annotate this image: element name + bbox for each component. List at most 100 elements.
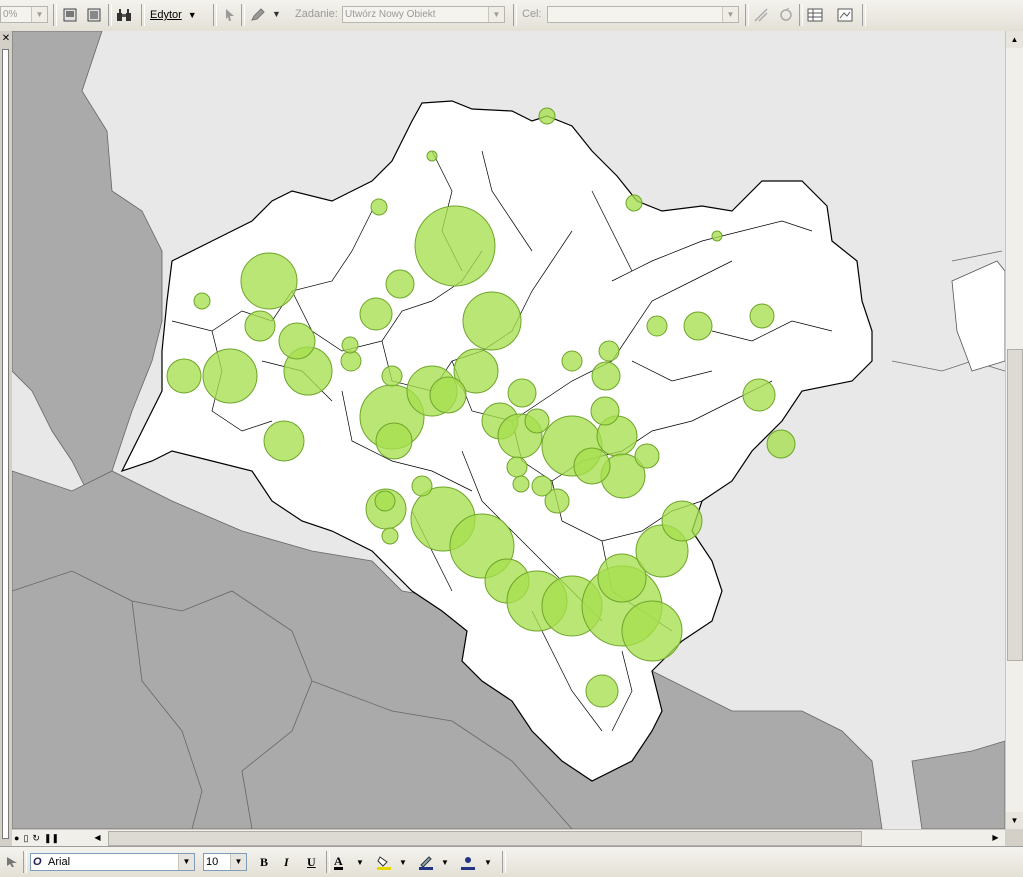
task-label: Zadanie: xyxy=(295,8,338,20)
underline-button[interactable]: U xyxy=(307,855,316,870)
separator xyxy=(213,4,217,26)
scroll-thumb[interactable] xyxy=(1007,349,1023,661)
proportional-symbol xyxy=(240,252,298,310)
proportional-symbol xyxy=(625,194,643,212)
separator xyxy=(862,4,866,26)
proportional-symbol xyxy=(524,408,550,434)
chevron-down-icon[interactable]: ▼ xyxy=(399,858,407,867)
fill-color-icon[interactable] xyxy=(374,852,394,872)
proportional-symbol xyxy=(462,291,522,351)
chevron-down-icon: ▼ xyxy=(31,7,47,22)
globe-icon[interactable]: ● xyxy=(14,833,19,843)
proportional-symbol xyxy=(414,205,496,287)
separator xyxy=(502,851,506,873)
refresh-icon[interactable]: ↻ xyxy=(32,833,40,844)
proportional-symbol xyxy=(538,107,556,125)
separator xyxy=(799,4,803,26)
scroll-thumb[interactable] xyxy=(108,831,862,846)
pencil-sketch-icon[interactable] xyxy=(248,5,268,25)
line-color-icon[interactable] xyxy=(416,852,436,872)
chevron-down-icon: ▼ xyxy=(488,7,504,22)
font-type-icon: O xyxy=(33,856,42,868)
font-size-combo[interactable]: 10 ▼ xyxy=(203,853,247,871)
scroll-left-icon[interactable]: ◀ xyxy=(90,830,105,845)
proportional-symbol xyxy=(711,230,723,242)
toc-pane xyxy=(2,49,9,839)
chevron-down-icon[interactable]: ▼ xyxy=(272,9,281,19)
split-tool-icon[interactable] xyxy=(751,5,771,25)
font-name-combo[interactable]: O Arial ▼ xyxy=(30,853,195,871)
rotate-tool-icon[interactable] xyxy=(776,5,796,25)
proportional-symbol xyxy=(374,490,396,512)
table-of-contents-edge: ✕ xyxy=(0,31,12,839)
scroll-down-icon[interactable]: ▼ xyxy=(1006,812,1023,829)
close-icon[interactable]: ✕ xyxy=(1,34,11,44)
page-icon[interactable]: ▯ xyxy=(23,833,28,844)
marker-color-icon[interactable] xyxy=(458,852,478,872)
chevron-down-icon[interactable]: ▼ xyxy=(441,858,449,867)
proportional-symbol xyxy=(749,303,775,329)
font-color-button[interactable]: A xyxy=(334,855,343,870)
scroll-up-icon[interactable]: ▲ xyxy=(1006,31,1023,48)
separator xyxy=(241,4,245,26)
draw-pointer-icon[interactable] xyxy=(2,852,22,872)
proportional-symbol xyxy=(202,348,258,404)
scroll-right-icon[interactable]: ▶ xyxy=(988,830,1003,845)
zoom-combo[interactable]: 0% ▼ xyxy=(0,6,48,23)
proportional-symbol xyxy=(381,527,399,545)
proportional-symbol xyxy=(573,447,611,485)
binoculars-icon[interactable] xyxy=(114,5,134,25)
proportional-symbol xyxy=(359,297,393,331)
chevron-down-icon: ▼ xyxy=(722,7,738,22)
horizontal-scrollbar[interactable]: ● ▯ ↻ ❚❚ ◀ ▶ xyxy=(12,829,1005,846)
proportional-symbol xyxy=(634,443,660,469)
pause-icon[interactable]: ❚❚ xyxy=(44,833,59,844)
edit-pointer-icon[interactable] xyxy=(220,5,240,25)
proportional-symbol xyxy=(598,340,620,362)
proportional-symbol xyxy=(506,456,528,478)
editor-label: Edytor xyxy=(150,9,182,21)
zoom-value: 0% xyxy=(3,9,18,20)
proportional-symbol xyxy=(341,336,359,354)
sketch-properties-icon[interactable] xyxy=(835,5,855,25)
target-combo[interactable]: ▼ xyxy=(547,6,739,23)
proportional-symbol xyxy=(385,269,415,299)
proportional-symbol xyxy=(683,311,713,341)
proportional-symbol xyxy=(621,600,683,662)
proportional-symbol xyxy=(381,365,403,387)
proportional-symbol xyxy=(531,475,553,497)
font-size-value: 10 xyxy=(206,856,219,868)
editor-menu-button[interactable]: Edytor ▼ xyxy=(150,5,197,25)
separator xyxy=(108,4,112,26)
vertical-scrollbar[interactable]: ▲ ▼ xyxy=(1005,31,1023,829)
separator xyxy=(23,851,27,873)
proportional-symbol xyxy=(375,422,413,460)
chevron-down-icon[interactable]: ▼ xyxy=(484,858,492,867)
attributes-table-icon[interactable] xyxy=(805,5,825,25)
proportional-symbol xyxy=(742,378,776,412)
proportional-symbol xyxy=(340,350,362,372)
map-canvas[interactable] xyxy=(12,31,1005,829)
proportional-symbol xyxy=(426,150,438,162)
proportional-symbol xyxy=(646,315,668,337)
bold-button[interactable]: B xyxy=(260,855,268,870)
proportional-symbol xyxy=(278,322,316,360)
separator xyxy=(53,4,57,26)
proportional-symbol xyxy=(411,475,433,497)
data-view-icon[interactable] xyxy=(84,5,104,25)
proportional-symbol xyxy=(370,198,388,216)
map-svg[interactable] xyxy=(12,31,1005,829)
proportional-symbol xyxy=(166,358,202,394)
chevron-down-icon[interactable]: ▼ xyxy=(356,858,364,867)
task-value: Utwórz Nowy Obiekt xyxy=(345,9,436,20)
layout-view-icon[interactable] xyxy=(60,5,80,25)
proportional-symbol xyxy=(590,396,620,426)
proportional-symbol xyxy=(507,378,537,408)
chevron-down-icon: ▼ xyxy=(187,10,197,20)
task-combo[interactable]: Utwórz Nowy Obiekt ▼ xyxy=(342,6,505,23)
italic-button[interactable]: I xyxy=(284,855,289,870)
view-tabs: ● ▯ ↻ ❚❚ xyxy=(14,831,59,845)
font-name-value: Arial xyxy=(48,856,71,868)
separator xyxy=(513,4,517,26)
proportional-symbol xyxy=(661,500,703,542)
